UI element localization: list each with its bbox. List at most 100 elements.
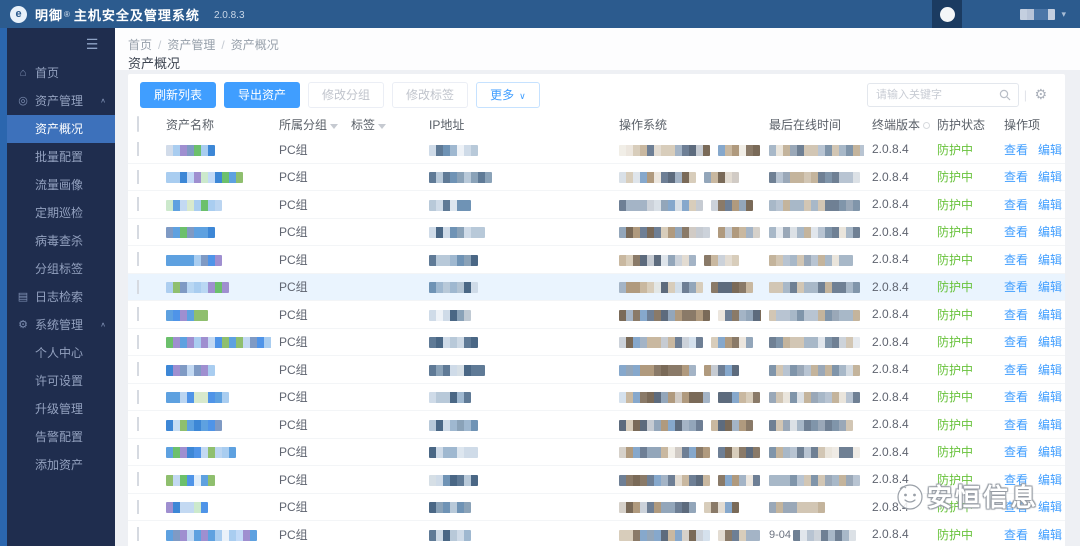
查看-link[interactable]: 查看 — [1004, 225, 1028, 239]
查看-link[interactable]: 查看 — [1004, 418, 1028, 432]
sidebar-item-资产管理[interactable]: ◎ 资产管理 ∧ — [7, 87, 115, 115]
row-checkbox[interactable] — [137, 197, 139, 212]
collapse-menu-icon[interactable]: ☰ — [83, 36, 101, 53]
breadcrumb-item[interactable]: 资产概况 — [231, 38, 279, 52]
编辑-link[interactable]: 编辑 — [1038, 473, 1062, 487]
last-online-cell — [761, 445, 864, 459]
row-checkbox[interactable] — [137, 252, 139, 267]
group-cell: PC组 — [279, 307, 308, 322]
table-row: PC组 2.0.8.4 防护中 查看 编辑 — [128, 191, 1065, 219]
查看-link[interactable]: 查看 — [1004, 170, 1028, 184]
查看-link[interactable]: 查看 — [1004, 335, 1028, 349]
version-cell: 2.0.8.4 — [872, 472, 909, 487]
column-settings-icon[interactable]: ⚙ — [1034, 86, 1047, 103]
username-redacted[interactable] — [1020, 7, 1056, 21]
row-checkbox[interactable] — [137, 389, 139, 404]
sidebar-item-系统管理[interactable]: ⚙ 系统管理 ∧ — [7, 311, 115, 339]
ip-cell — [421, 417, 611, 431]
main-area: 首页 / 资产管理 / 资产概况 资产概况 刷新列表 导出资产 修改分组 修改标签 更多 ∨ | … — [115, 28, 1080, 546]
breadcrumb-item[interactable]: 资产管理 — [167, 38, 215, 52]
row-checkbox[interactable] — [137, 334, 139, 349]
编辑-link[interactable]: 编辑 — [1038, 253, 1062, 267]
row-checkbox[interactable] — [137, 362, 139, 377]
row-checkbox[interactable] — [137, 169, 139, 184]
查看-link[interactable]: 查看 — [1004, 143, 1028, 157]
查看-link[interactable]: 查看 — [1004, 308, 1028, 322]
sidebar-item-定期巡检[interactable]: 定期巡检 — [7, 199, 115, 227]
table-row: PC组 2.0.8.4 防护中 查看 编辑 — [128, 164, 1065, 191]
search-icon[interactable] — [999, 89, 1011, 101]
查看-link[interactable]: 查看 — [1004, 500, 1028, 514]
user-menu-caret-icon[interactable]: ▾ — [1061, 9, 1066, 20]
编辑-link[interactable]: 编辑 — [1038, 198, 1062, 212]
filter-icon[interactable] — [378, 123, 387, 129]
刷新列表-button[interactable]: 刷新列表 — [140, 82, 217, 108]
filter-icon[interactable] — [330, 123, 339, 129]
sidebar-item-首页[interactable]: ⌂ 首页 — [7, 59, 115, 87]
sidebar-item-升级管理[interactable]: 升级管理 — [7, 395, 115, 423]
编辑-link[interactable]: 编辑 — [1038, 418, 1062, 432]
更多-button[interactable]: 更多 ∨ — [476, 82, 540, 108]
查看-link[interactable]: 查看 — [1004, 280, 1028, 294]
os-cell — [611, 252, 761, 266]
select-all-checkbox[interactable] — [137, 116, 139, 132]
row-checkbox[interactable] — [137, 279, 139, 294]
log-icon: ▤ — [17, 291, 29, 303]
编辑-link[interactable]: 编辑 — [1038, 445, 1062, 459]
查看-link[interactable]: 查看 — [1004, 445, 1028, 459]
last-online-cell — [761, 390, 864, 404]
row-checkbox[interactable] — [137, 142, 139, 157]
avatar[interactable] — [932, 0, 963, 28]
sidebar-item-个人中心[interactable]: 个人中心 — [7, 339, 115, 367]
sidebar-item-添加资产[interactable]: 添加资产 — [7, 451, 115, 479]
row-checkbox[interactable] — [137, 527, 139, 542]
actions-cell: 查看 编辑 — [996, 141, 1065, 158]
row-checkbox[interactable] — [137, 417, 139, 432]
sidebar-item-资产概况[interactable]: 资产概况 — [7, 115, 115, 143]
sidebar-item-流量画像[interactable]: 流量画像 — [7, 171, 115, 199]
os-cell — [611, 527, 761, 541]
row-checkbox[interactable] — [137, 224, 139, 239]
ip-cell — [421, 142, 611, 156]
sidebar-item-日志检索[interactable]: ▤ 日志检索 — [7, 283, 115, 311]
编辑-link[interactable]: 编辑 — [1038, 225, 1062, 239]
编辑-link[interactable]: 编辑 — [1038, 390, 1062, 404]
导出资产-button[interactable]: 导出资产 — [224, 82, 301, 108]
sidebar: ☰ ⌂ 首页 ◎ 资产管理 ∧ 资产概况 批量配置 流量画像 定期巡检 病毒查杀 分组标签 ▤ 日志检索… — [7, 28, 115, 546]
编辑-link[interactable]: 编辑 — [1038, 500, 1062, 514]
os-cell — [611, 362, 761, 376]
sidebar-item-分组标签[interactable]: 分组标签 — [7, 255, 115, 283]
查看-link[interactable]: 查看 — [1004, 390, 1028, 404]
编辑-link[interactable]: 编辑 — [1038, 280, 1062, 294]
row-checkbox[interactable] — [137, 307, 139, 322]
查看-link[interactable]: 查看 — [1004, 363, 1028, 377]
ip-cell — [421, 307, 611, 321]
group-cell: PC组 — [279, 472, 308, 487]
sidebar-item-批量配置[interactable]: 批量配置 — [7, 143, 115, 171]
asset-name-cell — [158, 362, 271, 376]
查看-link[interactable]: 查看 — [1004, 253, 1028, 267]
sidebar-item-病毒查杀[interactable]: 病毒查杀 — [7, 227, 115, 255]
编辑-link[interactable]: 编辑 — [1038, 308, 1062, 322]
redacted-mosaic — [429, 335, 478, 349]
查看-link[interactable]: 查看 — [1004, 528, 1028, 542]
编辑-link[interactable]: 编辑 — [1038, 335, 1062, 349]
redacted-mosaic — [619, 472, 760, 486]
redacted-mosaic — [619, 142, 760, 156]
编辑-link[interactable]: 编辑 — [1038, 528, 1062, 542]
redacted-mosaic — [619, 390, 760, 404]
编辑-link[interactable]: 编辑 — [1038, 363, 1062, 377]
查看-link[interactable]: 查看 — [1004, 198, 1028, 212]
sidebar-item-许可设置[interactable]: 许可设置 — [7, 367, 115, 395]
version-cell: 2.0.8.4 — [872, 197, 909, 212]
编辑-link[interactable]: 编辑 — [1038, 170, 1062, 184]
编辑-link[interactable]: 编辑 — [1038, 143, 1062, 157]
row-checkbox[interactable] — [137, 472, 139, 487]
breadcrumb-item[interactable]: 首页 — [128, 38, 152, 52]
row-checkbox[interactable] — [137, 499, 139, 514]
search-input[interactable] — [876, 84, 994, 106]
查看-link[interactable]: 查看 — [1004, 473, 1028, 487]
sidebar-item-告警配置[interactable]: 告警配置 — [7, 423, 115, 451]
version-cell: 2.0.8.4 — [872, 307, 909, 322]
row-checkbox[interactable] — [137, 444, 139, 459]
